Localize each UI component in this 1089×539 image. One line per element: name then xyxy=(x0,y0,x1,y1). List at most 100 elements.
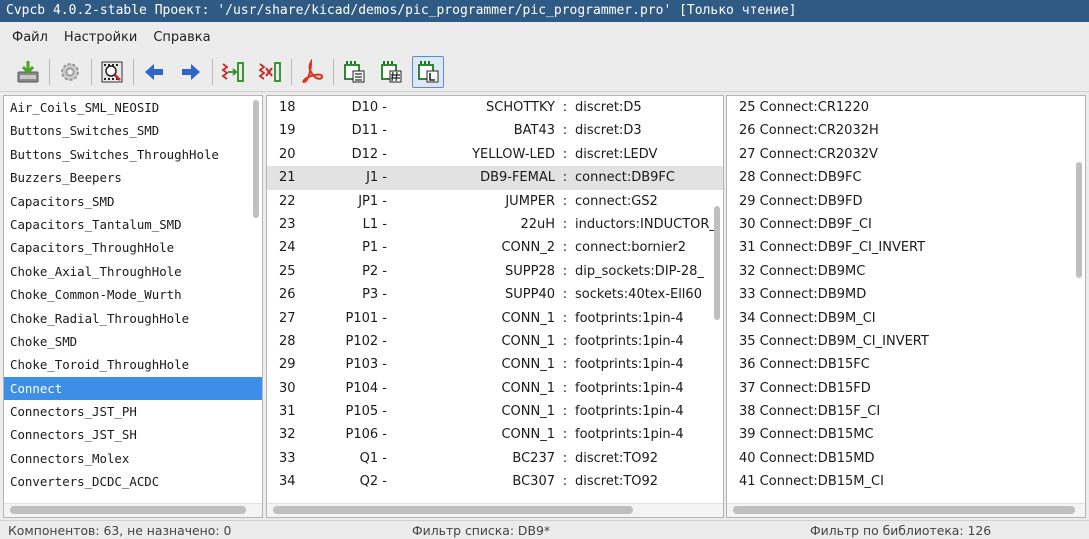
footprint-list-item[interactable]: 27 Connect:CR2032V xyxy=(727,143,1085,166)
component-separator: : xyxy=(562,240,568,256)
component-row[interactable]: 18 D10 - SCHOTTKY: discret:D5 xyxy=(267,96,723,119)
settings-button[interactable] xyxy=(54,56,86,88)
component-reference: P101 - xyxy=(345,310,387,326)
library-list-horizontal-scrollbar[interactable] xyxy=(10,506,246,514)
component-row[interactable]: 23 L1 - 22uH: inductors:INDUCTOR_ xyxy=(267,213,723,236)
library-list-item[interactable]: Choke_Toroid_ThroughHole xyxy=(4,353,262,376)
component-footprint: discret:D3 xyxy=(575,123,642,139)
library-list-item[interactable]: Capacitors_ThroughHole xyxy=(4,236,262,259)
component-row[interactable]: 28 P102 - CONN_1: footprints:1pin-4 xyxy=(267,330,723,353)
footprint-list-item[interactable]: 32 Connect:DB9MC xyxy=(727,260,1085,283)
library-list-item[interactable]: Air_Coils_SML_NEOSID xyxy=(4,96,262,119)
footprint-list-item[interactable]: 36 Connect:DB15FC xyxy=(727,353,1085,376)
footprint-list-item[interactable]: 35 Connect:DB9M_CI_INVERT xyxy=(727,330,1085,353)
library-list-item[interactable]: Capacitors_SMD xyxy=(4,190,262,213)
component-reference: D11 - xyxy=(351,123,387,139)
library-list-item[interactable]: Capacitors_Tantalum_SMD xyxy=(4,213,262,236)
footprint-list-item[interactable]: 38 Connect:DB15F_CI xyxy=(727,400,1085,423)
footprint-list-item[interactable]: 33 Connect:DB9MD xyxy=(727,283,1085,306)
library-list-item[interactable]: Choke_Radial_ThroughHole xyxy=(4,307,262,330)
status-bar: Компонентов: 63, не назначено: 0 Фильтр … xyxy=(0,520,1089,539)
library-list-item[interactable]: Connectors_Molex xyxy=(4,447,262,470)
previous-component-button[interactable] xyxy=(138,56,170,88)
footprint-list-item[interactable]: 30 Connect:DB9F_CI xyxy=(727,213,1085,236)
library-list-item[interactable]: Buttons_Switches_SMD xyxy=(4,119,262,142)
component-row[interactable]: 20 D12 - YELLOW-LED: discret:LEDV xyxy=(267,143,723,166)
menu-settings[interactable]: Настройки xyxy=(56,30,145,45)
library-list-item[interactable]: Connect xyxy=(4,376,262,401)
save-netlist-button[interactable] xyxy=(12,56,44,88)
component-row[interactable]: 30 P104 - CONN_1: footprints:1pin-4 xyxy=(267,377,723,400)
footprint-list-horizontal-scrollbar[interactable] xyxy=(733,506,1075,514)
status-list-filter: Фильтр списка: DB9* xyxy=(412,523,551,538)
component-value: YELLOW-LED xyxy=(472,146,555,162)
filter-pincount-button[interactable] xyxy=(375,56,407,88)
footprint-list-item[interactable]: 41 Connect:DB15M_CI xyxy=(727,470,1085,493)
component-row[interactable]: 29 P103 - CONN_1: footprints:1pin-4 xyxy=(267,353,723,376)
footprint-list-item[interactable]: 40 Connect:DB15MD xyxy=(727,447,1085,470)
toolbar-separator xyxy=(333,58,334,85)
library-list-item[interactable]: Choke_SMD xyxy=(4,330,262,353)
component-footprint: footprints:1pin-4 xyxy=(575,333,684,349)
library-list-item[interactable]: Connectors_JST_SH xyxy=(4,423,262,446)
component-value: CONN_1 xyxy=(501,310,555,326)
component-row[interactable]: 32 P106 - CONN_1: footprints:1pin-4 xyxy=(267,423,723,446)
component-separator: : xyxy=(562,193,568,209)
footprint-list-item[interactable]: 31 Connect:DB9F_CI_INVERT xyxy=(727,236,1085,259)
footprint-list-panel[interactable]: 25 Connect:CR1220 26 Connect:CR2032H 27 Co… xyxy=(726,95,1086,518)
component-list-vertical-scrollbar[interactable] xyxy=(714,206,720,320)
library-list-item[interactable]: Choke_Common-Mode_Wurth xyxy=(4,283,262,306)
component-separator: : xyxy=(562,380,568,396)
component-reference: D12 - xyxy=(351,146,387,162)
menu-bar: Файл Настройки Справка xyxy=(0,22,1089,52)
toolbar-separator xyxy=(212,58,213,85)
component-row[interactable]: 26 P3 - SUPP40: sockets:40tex-Ell60 xyxy=(267,283,723,306)
footprint-list-item[interactable]: 37 Connect:DB15FD xyxy=(727,377,1085,400)
footprint-list-vertical-scrollbar[interactable] xyxy=(1076,162,1082,278)
component-row[interactable]: 33 Q1 - BC237: discret:TO92 xyxy=(267,447,723,470)
component-list: 18 D10 - SCHOTTKY: discret:D5 19 D11 - BAT43: d… xyxy=(267,96,723,494)
filter-library-button[interactable] xyxy=(412,55,444,88)
component-separator: : xyxy=(562,170,568,186)
library-list-vertical-scrollbar[interactable] xyxy=(253,100,259,218)
component-value: CONN_1 xyxy=(501,357,555,373)
auto-associate-button[interactable] xyxy=(217,56,249,88)
filter-keywords-button[interactable] xyxy=(338,56,370,88)
toolbar-separator xyxy=(133,58,134,85)
library-list-panel[interactable]: Air_Coils_SML_NEOSID Buttons_Switches_SMD… xyxy=(3,95,263,518)
library-list-item[interactable]: Converters_DCDC_ACDC xyxy=(4,470,262,493)
menu-file[interactable]: Файл xyxy=(0,30,56,45)
footprint-list-item[interactable]: 34 Connect:DB9M_CI xyxy=(727,307,1085,330)
component-list-panel[interactable]: 18 D10 - SCHOTTKY: discret:D5 19 D11 - BAT43: d… xyxy=(266,95,724,518)
library-list-item[interactable]: Choke_Axial_ThroughHole xyxy=(4,260,262,283)
component-row[interactable]: 25 P2 - SUPP28: dip_sockets:DIP-28_ xyxy=(267,260,723,283)
component-reference: P103 - xyxy=(345,357,387,373)
component-separator: : xyxy=(562,333,568,349)
component-list-horizontal-scrollbar[interactable] xyxy=(273,506,633,514)
delete-association-button[interactable] xyxy=(254,56,286,88)
status-components-count: Компонентов: 63, не назначено: 0 xyxy=(8,523,232,538)
library-list-item[interactable]: Connectors_JST_PH xyxy=(4,400,262,423)
library-list-item[interactable]: Buttons_Switches_ThroughHole xyxy=(4,143,262,166)
footprint-list-item[interactable]: 26 Connect:CR2032H xyxy=(727,119,1085,142)
component-row[interactable]: 31 P105 - CONN_1: footprints:1pin-4 xyxy=(267,400,723,423)
view-footprint-icon xyxy=(101,61,123,82)
pdf-doc-button[interactable] xyxy=(296,56,328,88)
component-row[interactable]: 22 JP1 - JUMPER: connect:GS2 xyxy=(267,190,723,213)
component-footprint: footprints:1pin-4 xyxy=(575,404,684,420)
component-row[interactable]: 24 P1 - CONN_2: connect:bornier2 xyxy=(267,236,723,259)
footprint-list-item[interactable]: 25 Connect:CR1220 xyxy=(727,96,1085,119)
footprint-list-item[interactable]: 39 Connect:DB15MC xyxy=(727,423,1085,446)
component-row[interactable]: 27 P101 - CONN_1: footprints:1pin-4 xyxy=(267,307,723,330)
component-value: CONN_1 xyxy=(501,404,555,420)
next-component-button[interactable] xyxy=(175,56,207,88)
toolbar-separator xyxy=(291,58,292,85)
view-footprint-button[interactable] xyxy=(96,56,128,88)
footprint-list-item[interactable]: 28 Connect:DB9FC xyxy=(727,166,1085,189)
footprint-list-item[interactable]: 29 Connect:DB9FD xyxy=(727,190,1085,213)
library-list-item[interactable]: Buzzers_Beepers xyxy=(4,166,262,189)
menu-help[interactable]: Справка xyxy=(145,30,218,45)
component-row[interactable]: 34 Q2 - BC307: discret:TO92 xyxy=(267,470,723,493)
component-row[interactable]: 19 D11 - BAT43: discret:D3 xyxy=(267,119,723,142)
component-row[interactable]: 21 J1 - DB9-FEMAL: connect:DB9FC xyxy=(267,166,723,190)
